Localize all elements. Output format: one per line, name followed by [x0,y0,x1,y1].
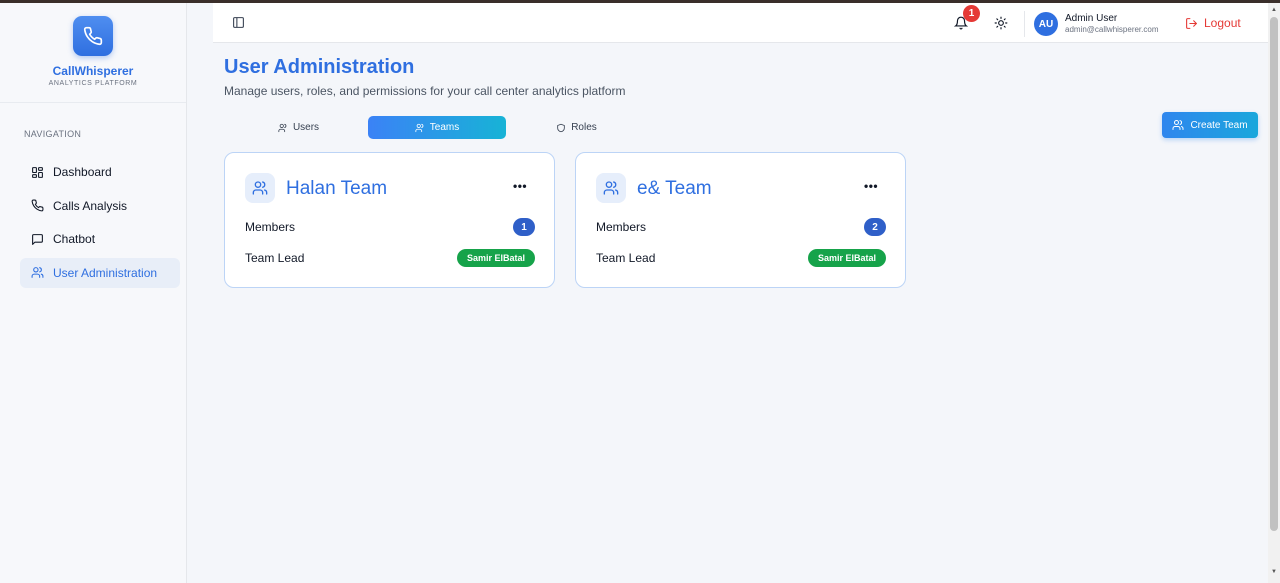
panel-left-icon [233,17,244,28]
phone-logo-icon [73,16,113,56]
tab-label: Teams [429,122,460,133]
sun-icon [994,16,1008,30]
tab-label: Roles [571,122,597,133]
sidebar-item-label: Chatbot [53,232,96,246]
users-icon [1172,120,1184,130]
sidebar-item-label: Calls Analysis [53,198,128,213]
page-subtitle: Manage users, roles, and permissions for… [224,84,626,98]
tab-roles[interactable]: Roles [508,116,645,139]
more-options-icon[interactable]: ••• [864,179,878,193]
team-name: e& Team [637,178,712,199]
team-lead-label: Team Lead [245,251,305,265]
team-lead-badge: Samir ElBatal [808,249,886,267]
page-title: User Administration [224,56,415,78]
logout-button[interactable]: Logout [1185,16,1241,30]
tab-teams[interactable]: Teams [368,116,506,139]
users-icon [415,123,424,132]
theme-toggle-button[interactable] [994,16,1008,35]
scroll-thumb[interactable] [1270,17,1278,531]
chat-icon [32,233,43,245]
notification-count-badge: 1 [963,5,980,22]
nav-heading: NAVIGATION [24,129,82,139]
team-card-e-and[interactable]: e& Team ••• Members 2 Team Lead Samir El… [575,152,906,288]
brand-subtitle: ANALYTICS PLATFORM [48,80,138,87]
user-email: admin@callwhisperer.com [1065,25,1159,34]
sidebar-nav: Dashboard Calls Analysis Chatbot User Ad… [20,157,180,291]
team-users-icon [596,173,626,203]
brand: CallWhisperer ANALYTICS PLATFORM [0,3,186,103]
page-scrollbar[interactable]: ▲ ▼ [1268,3,1280,583]
sidebar-item-label: User Administration [53,265,158,280]
create-team-button[interactable]: Create Team [1162,112,1258,138]
members-count-badge: 1 [513,218,535,236]
users-icon [31,267,44,278]
sidebar-item-label: Dashboard [53,165,112,179]
brand-name: CallWhisperer [52,64,134,78]
team-users-icon [245,173,275,203]
members-label: Members [596,220,647,234]
members-count-badge: 2 [864,218,886,236]
logout-label: Logout [1204,16,1241,30]
create-team-label: Create Team [1190,119,1248,131]
users-icon [278,123,287,132]
tab-users[interactable]: Users [230,116,367,139]
sidebar-item-chatbot[interactable]: Chatbot [20,224,180,254]
admin-tabs: Users Teams Roles [230,116,645,140]
sidebar-item-user-administration[interactable]: User Administration [20,257,180,288]
members-label: Members [245,220,296,234]
tab-label: Users [292,122,320,133]
sidebar-toggle-button[interactable] [232,16,245,34]
phone-icon [31,199,44,212]
user-name: Admin User [1065,13,1118,24]
avatar[interactable]: AU [1034,12,1058,36]
scroll-up-arrow-icon[interactable]: ▲ [1271,7,1277,13]
top-header: 1 AU Admin User admin@callwhisperer.com … [213,3,1268,43]
scroll-down-arrow-icon[interactable]: ▼ [1271,569,1277,575]
team-lead-badge: Samir ElBatal [457,249,535,267]
team-lead-label: Team Lead [596,251,656,265]
more-options-icon[interactable]: ••• [513,179,527,193]
team-name: Halan Team [286,178,388,199]
sidebar-item-dashboard[interactable]: Dashboard [20,157,180,187]
dashboard-icon [32,166,43,178]
team-card-halan[interactable]: Halan Team ••• Members 1 Team Lead Samir… [224,152,555,288]
logout-icon [1186,17,1197,29]
header-divider [1024,11,1025,37]
sidebar-item-calls-analysis[interactable]: Calls Analysis [20,191,180,221]
shield-icon [557,123,565,132]
sidebar: CallWhisperer ANALYTICS PLATFORM NAVIGAT… [0,3,187,583]
